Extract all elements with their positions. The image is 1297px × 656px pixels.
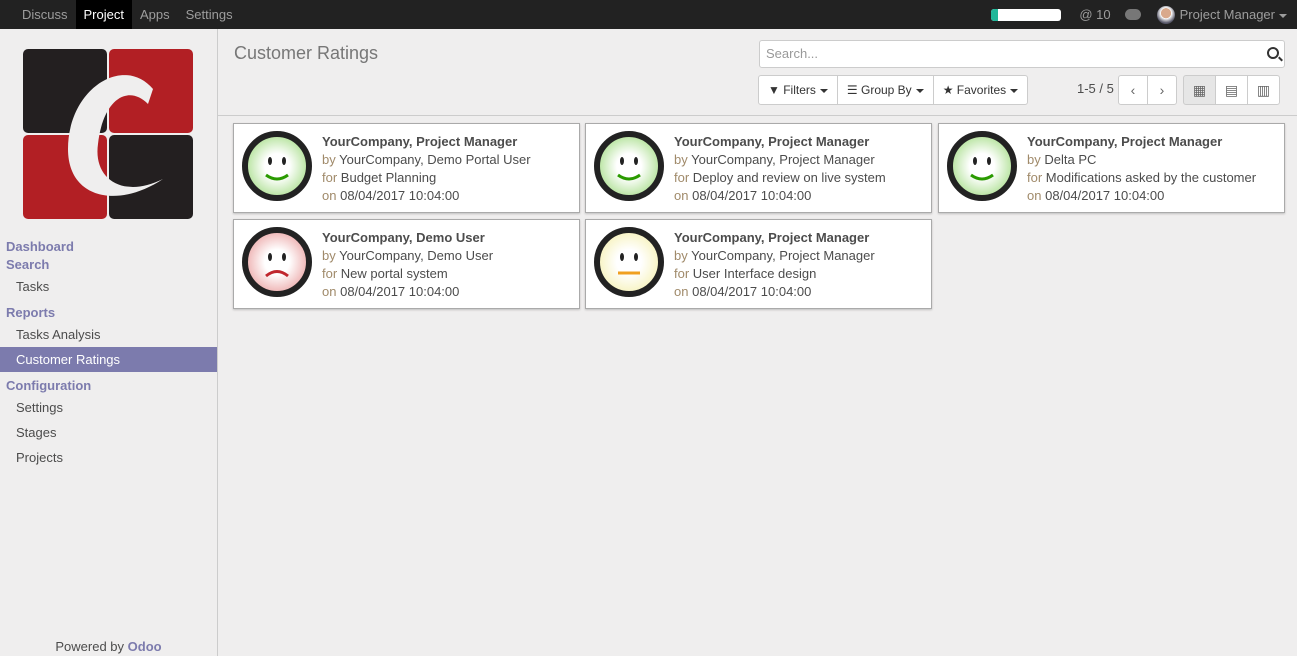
kanban-view-button[interactable]: ▦ (1183, 75, 1216, 105)
caret-down-icon (1279, 13, 1287, 18)
powered-by-text: Powered by (55, 639, 125, 654)
menu-settings[interactable]: Settings (178, 0, 241, 29)
happy-face-icon (594, 131, 664, 201)
sidebar-item-customer-ratings[interactable]: Customer Ratings (0, 347, 217, 372)
graph-view-button[interactable]: ▥ (1247, 75, 1280, 105)
rated-partner: YourCompany, Project Manager (674, 230, 870, 245)
on-label: on (674, 188, 689, 203)
rating-date: 08/04/2017 10:04:00 (692, 188, 812, 203)
sidebar-item-stages[interactable]: Stages (0, 420, 217, 445)
rated-by: Delta PC (1044, 152, 1097, 167)
sidebar-header-dashboard[interactable]: Dashboard (0, 238, 217, 256)
sidebar-header-reports: Reports (6, 305, 56, 320)
by-label: by (322, 248, 336, 263)
app-menu: Discuss Project Apps Settings (14, 0, 241, 29)
rated-by: YourCompany, Project Manager (691, 152, 875, 167)
rated-task: Deploy and review on live system (692, 170, 886, 185)
rating-date: 08/04/2017 10:04:00 (340, 284, 460, 299)
favorites-button[interactable]: ★ Favorites (932, 75, 1029, 105)
rated-by: YourCompany, Project Manager (691, 248, 875, 263)
rating-card[interactable]: YourCompany, Project Manager by YourComp… (585, 219, 932, 309)
sidebar: Dashboard Search Tasks Reports Tasks Ana… (0, 29, 218, 656)
menu-discuss[interactable]: Discuss (14, 0, 76, 29)
by-label: by (1027, 152, 1041, 167)
user-name: Project Manager (1179, 7, 1275, 22)
by-label: by (674, 152, 688, 167)
on-label: on (322, 188, 337, 203)
page-title: Customer Ratings (234, 43, 379, 63)
company-logo (23, 49, 193, 219)
rating-card[interactable]: YourCompany, Project Manager by YourComp… (585, 123, 932, 213)
for-label: for (674, 170, 690, 185)
sidebar-header-configuration: Configuration (6, 378, 92, 393)
for-label: for (1027, 170, 1043, 185)
rating-card[interactable]: YourCompany, Project Manager by YourComp… (233, 123, 580, 213)
search-placeholder: Search... (766, 46, 819, 61)
search-input[interactable]: Search... (759, 40, 1285, 68)
menu-project[interactable]: Project (75, 0, 132, 29)
by-label: by (322, 152, 336, 167)
rating-date: 08/04/2017 10:04:00 (1045, 188, 1165, 203)
on-label: on (322, 284, 337, 299)
rated-partner: YourCompany, Project Manager (322, 134, 518, 149)
pager-previous-button[interactable]: ‹ (1118, 75, 1148, 105)
rated-partner: YourCompany, Project Manager (1027, 134, 1223, 149)
for-label: for (322, 266, 338, 281)
mentions-counter[interactable]: @ 10 (1079, 7, 1110, 22)
pager-next-button[interactable]: › (1147, 75, 1177, 105)
happy-face-icon (242, 131, 312, 201)
rated-partner: YourCompany, Demo User (322, 230, 485, 245)
search-icon[interactable] (1267, 47, 1279, 59)
odoo-link[interactable]: Odoo (128, 639, 162, 654)
onboarding-progress[interactable] (991, 8, 1062, 21)
filters-button[interactable]: ▼ Filters (758, 75, 838, 105)
neutral-face-icon (594, 227, 664, 297)
favorites-label: Favorites (956, 83, 1007, 97)
top-navbar: Discuss Project Apps Settings @ 10 Proje… (0, 0, 1297, 29)
sidebar-item-tasks[interactable]: Tasks (0, 274, 217, 299)
on-label: on (674, 284, 689, 299)
avatar[interactable] (1156, 5, 1175, 24)
for-label: for (322, 170, 338, 185)
caret-down-icon (915, 88, 924, 93)
list-view-button[interactable]: ▤ (1215, 75, 1248, 105)
for-label: for (674, 266, 690, 281)
rating-card[interactable]: YourCompany, Project Manager by Delta PC… (938, 123, 1285, 213)
rated-partner: YourCompany, Project Manager (674, 134, 870, 149)
chat-icon[interactable] (1124, 9, 1141, 20)
rating-card[interactable]: YourCompany, Demo User by YourCompany, D… (233, 219, 580, 309)
menu-apps[interactable]: Apps (132, 0, 178, 29)
powered-by: Powered by Odoo (0, 639, 217, 654)
rating-date: 08/04/2017 10:04:00 (692, 284, 812, 299)
on-label: on (1027, 188, 1042, 203)
happy-face-icon (947, 131, 1017, 201)
control-panel: Customer Ratings Search... ▼ Filters ☰ G… (218, 29, 1297, 116)
group-by-label: Group By (860, 83, 912, 97)
rating-date: 08/04/2017 10:04:00 (340, 188, 460, 203)
sidebar-item-settings[interactable]: Settings (0, 395, 217, 420)
caret-down-icon (1010, 88, 1019, 93)
caret-down-icon (819, 88, 828, 93)
sidebar-item-tasks-analysis[interactable]: Tasks Analysis (0, 322, 217, 347)
sad-face-icon (242, 227, 312, 297)
sidebar-header-search: Search (6, 257, 50, 272)
filters-label: Filters (783, 83, 816, 97)
rated-task: Budget Planning (340, 170, 437, 185)
sidebar-item-projects[interactable]: Projects (0, 445, 217, 470)
by-label: by (674, 248, 688, 263)
group-by-button[interactable]: ☰ Group By (836, 75, 934, 105)
pager-value: 1-5 / 5 (1077, 81, 1114, 96)
rated-by: YourCompany, Demo Portal User (339, 152, 531, 167)
user-menu[interactable]: Project Manager (1180, 7, 1287, 22)
rated-task: User Interface design (692, 266, 817, 281)
rated-task: New portal system (340, 266, 448, 281)
rated-task: Modifications asked by the customer (1045, 170, 1257, 185)
rated-by: YourCompany, Demo User (339, 248, 494, 263)
